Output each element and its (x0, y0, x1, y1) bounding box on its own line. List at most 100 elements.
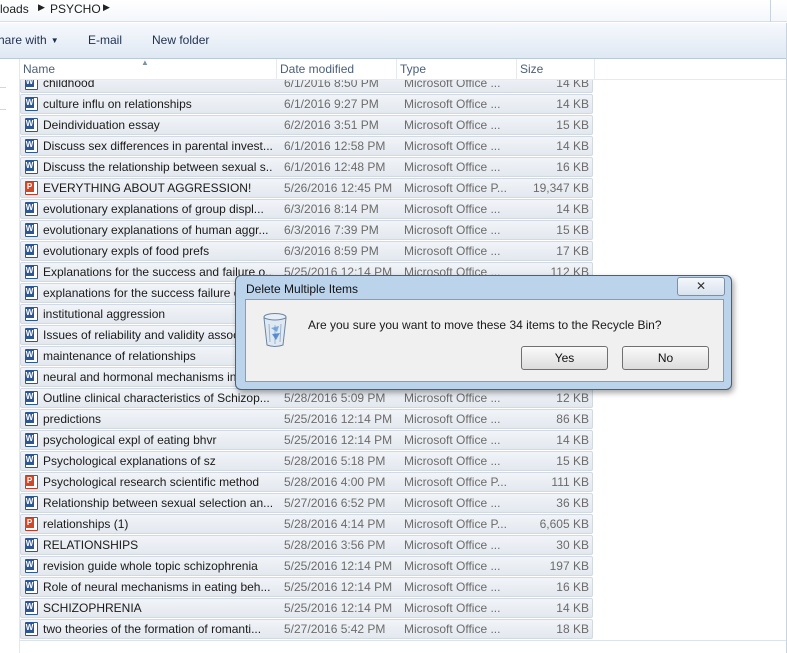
file-size: 17 KB (556, 244, 589, 258)
file-date-modified: 6/3/2016 8:59 PM (284, 244, 379, 258)
file-date-modified: 5/28/2016 4:14 PM (284, 517, 386, 531)
file-name: relationships (1) (43, 517, 129, 531)
column-header-name[interactable]: Name (20, 59, 277, 80)
file-row[interactable]: relationships (1) 5/28/2016 4:14 PM Micros… (20, 514, 593, 534)
column-header-date[interactable]: Date modified (277, 59, 397, 80)
file-size: 14 KB (556, 433, 589, 447)
file-date-modified: 6/1/2016 8:50 PM (284, 80, 379, 90)
file-row[interactable]: Outline clinical characteristics of Schi… (20, 388, 593, 408)
file-row[interactable]: EVERYTHING ABOUT AGGRESSION! 5/26/2016 12… (20, 178, 593, 198)
file-name: evolutionary explanations of human aggr.… (43, 223, 269, 237)
file-row[interactable]: SCHIZOPHRENIA 5/25/2016 12:14 PM Microsoft… (20, 598, 593, 618)
file-date-modified: 5/25/2016 12:14 PM (284, 601, 393, 615)
file-name: Role of neural mechanisms in eating beh.… (43, 580, 271, 594)
word-doc-icon (25, 349, 38, 363)
word-doc-icon (25, 601, 38, 615)
file-row[interactable]: culture influ on relationships 6/1/2016 9… (20, 94, 593, 114)
file-row[interactable]: predictions 5/25/2016 12:14 PM Microsoft O… (20, 409, 593, 429)
breadcrumb-arrow-icon[interactable]: ▶ (38, 2, 45, 13)
file-row[interactable]: RELATIONSHIPS 5/28/2016 3:56 PM Microsoft … (20, 535, 593, 555)
word-doc-icon (25, 265, 38, 279)
file-size: 14 KB (556, 139, 589, 153)
file-size: 14 KB (556, 97, 589, 111)
gutter-tick (0, 87, 6, 88)
file-name: Relationship between sexual selection an… (43, 496, 273, 510)
word-doc-icon (25, 559, 38, 573)
file-size: 6,605 KB (539, 517, 589, 531)
file-type: Microsoft Office ... (404, 118, 501, 132)
breadcrumb-arrow-icon[interactable]: ▶ (103, 2, 110, 13)
file-size: 14 KB (556, 202, 589, 216)
word-doc-icon (25, 496, 38, 510)
file-row[interactable]: Psychological explanations of sz 5/28/201… (20, 451, 593, 471)
file-type: Microsoft Office ... (404, 559, 501, 573)
file-type: Microsoft Office ... (404, 412, 501, 426)
column-header-type[interactable]: Type (397, 59, 517, 80)
file-size: 197 KB (549, 559, 589, 573)
yes-button[interactable]: Yes (521, 346, 608, 370)
file-type: Microsoft Office ... (404, 433, 501, 447)
word-doc-icon (25, 118, 38, 132)
file-name: Deindividuation essay (43, 118, 160, 132)
breadcrumb-psycho[interactable]: PSYCHO (50, 2, 101, 16)
file-row[interactable]: Discuss sex differences in parental inve… (20, 136, 593, 156)
file-date-modified: 6/1/2016 12:58 PM (284, 139, 386, 153)
file-type: Microsoft Office ... (404, 538, 501, 552)
file-name: culture influ on relationships (43, 97, 192, 111)
file-name: childhood (43, 80, 95, 90)
share-with-label: hare with (0, 33, 47, 47)
file-type: Microsoft Office ... (404, 391, 501, 405)
file-row[interactable]: evolutionary expls of food prefs 6/3/2016… (20, 241, 593, 261)
share-with-button[interactable]: hare with ▼ (0, 33, 59, 47)
file-type: Microsoft Office ... (404, 496, 501, 510)
file-row[interactable]: Deindividuation essay 6/2/2016 3:51 PM Mic… (20, 115, 593, 135)
email-button[interactable]: E-mail (88, 33, 122, 47)
file-type: Microsoft Office P... (404, 517, 507, 531)
file-date-modified: 5/25/2016 12:14 PM (284, 580, 393, 594)
file-size: 15 KB (556, 454, 589, 468)
file-row[interactable]: childhood 6/1/2016 8:50 PM Microsoft Offic… (20, 80, 593, 93)
address-bar[interactable]: loads ▶ PSYCHO ▶ (0, 0, 787, 22)
word-doc-icon (25, 139, 38, 153)
file-row[interactable]: Discuss the relationship between sexual … (20, 157, 593, 177)
column-header-size[interactable]: Size (517, 59, 595, 80)
file-row[interactable]: evolutionary explanations of group displ… (20, 199, 593, 219)
file-date-modified: 6/3/2016 8:14 PM (284, 202, 379, 216)
file-name: RELATIONSHIPS (43, 538, 139, 552)
new-folder-button[interactable]: New folder (152, 33, 209, 47)
word-doc-icon (25, 244, 38, 258)
file-type: Microsoft Office ... (404, 80, 501, 90)
dialog-body: Are you sure you want to move these 34 i… (245, 299, 724, 382)
file-row[interactable]: revision guide whole topic schizophrenia… (20, 556, 593, 576)
file-date-modified: 5/28/2016 5:09 PM (284, 391, 386, 405)
close-button[interactable]: ✕ (677, 277, 725, 296)
file-size: 12 KB (556, 391, 589, 405)
file-row[interactable]: evolutionary explanations of human aggr.… (20, 220, 593, 240)
breadcrumb-downloads[interactable]: loads (0, 2, 29, 16)
file-name: SCHIZOPHRENIA (43, 601, 142, 615)
gutter-tick (0, 109, 6, 110)
file-type: Microsoft Office P... (404, 475, 507, 489)
file-name: Psychological research scientific method (43, 475, 260, 489)
file-size: 16 KB (556, 160, 589, 174)
no-button[interactable]: No (622, 346, 709, 370)
file-type: Microsoft Office ... (404, 244, 501, 258)
file-row[interactable]: Psychological research scientific method… (20, 472, 593, 492)
file-row[interactable]: two theories of the formation of romanti… (20, 619, 593, 639)
word-doc-icon (25, 580, 38, 594)
powerpoint-icon (25, 181, 38, 195)
file-date-modified: 5/28/2016 5:18 PM (284, 454, 386, 468)
file-name: evolutionary expls of food prefs (43, 244, 210, 258)
file-row[interactable]: Relationship between sexual selection an… (20, 493, 593, 513)
address-divider (770, 0, 771, 22)
word-doc-icon (25, 412, 38, 426)
file-date-modified: 6/1/2016 12:48 PM (284, 160, 386, 174)
file-size: 14 KB (556, 80, 589, 90)
list-bottom-edge (20, 640, 787, 653)
file-row[interactable]: Role of neural mechanisms in eating beh.… (20, 577, 593, 597)
powerpoint-icon (25, 517, 38, 531)
file-date-modified: 6/1/2016 9:27 PM (284, 97, 379, 111)
word-doc-icon (25, 202, 38, 216)
file-row[interactable]: psychological expl of eating bhvr 5/25/20… (20, 430, 593, 450)
dialog-message: Are you sure you want to move these 34 i… (308, 318, 662, 332)
